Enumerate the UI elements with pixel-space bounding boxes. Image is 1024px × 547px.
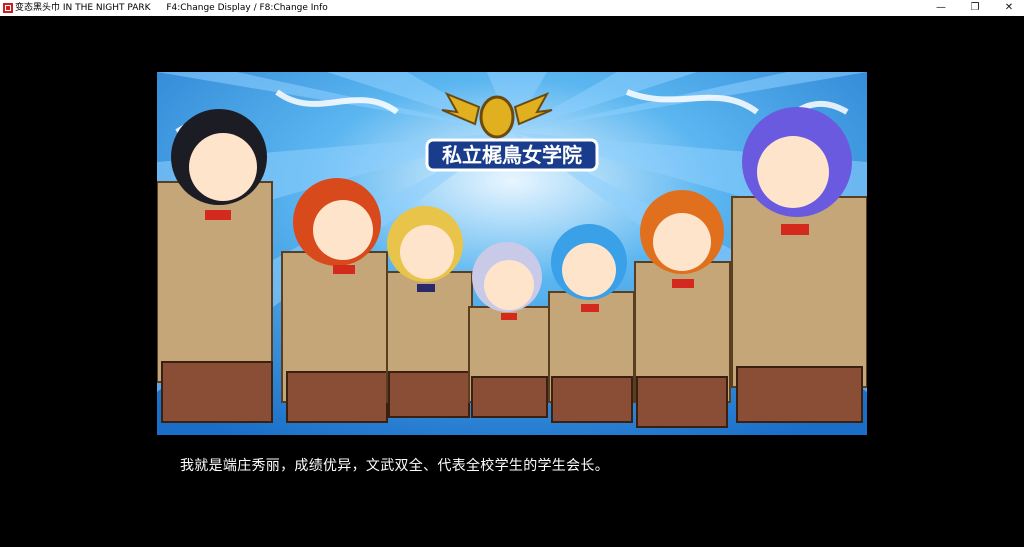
school-emblem-text: 私立梶鳥女学院 [442,143,582,167]
close-button[interactable]: ✕ [992,0,1024,16]
student-council-illustration: 私立梶鳥女学院 [157,72,867,435]
window-title: 变态黑头巾 IN THE NIGHT PARK [15,3,151,13]
app-icon [3,3,13,13]
window-titlebar: 变态黑头巾 IN THE NIGHT PARK F4:Change Displa… [0,0,1024,16]
hotkey-hint: F4:Change Display / F8:Change Info [166,3,328,13]
event-cg-image: 私立梶鳥女学院 [157,72,867,435]
dialogue-text: 我就是端庄秀丽，成绩优异，文武双全、代表全校学生的学生会长。 [180,458,609,474]
maximize-button[interactable]: ❐ [958,0,992,16]
minimize-button[interactable]: — [924,0,958,16]
